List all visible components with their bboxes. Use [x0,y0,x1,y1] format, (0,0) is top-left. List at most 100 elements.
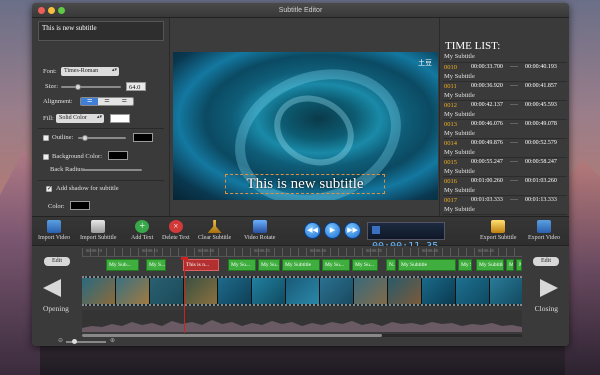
ruler-label: 00:00:40 [422,248,439,253]
time-list-row[interactable]: My Subtitle [443,53,567,63]
subtitle-clip[interactable]: My S... [458,259,472,271]
film-frame [490,278,522,304]
next-button[interactable]: ▶▶ [344,222,361,239]
time-row-index: 0014 [444,140,457,147]
outline-label: Outline: [52,134,74,141]
export-video-label: Export Video [528,235,561,241]
subtitle-clip[interactable]: N... [386,259,396,271]
subtitle-overlay-text[interactable]: This is new subtitle [225,174,385,194]
shadow-color-label: Color: [48,203,65,210]
time-ruler: 00:00:10 00:00:15 00:00:20 00:00:25 00:0… [82,248,522,257]
time-list-row[interactable]: 0014 00:00:49.876 ---- 00:00:52.579 My S… [443,139,567,158]
subtitle-clip[interactable]: My Sub... [106,259,139,271]
time-list-row[interactable]: 0013 00:00:46.076 ---- 00:00:49.078 My S… [443,120,567,139]
import-video-label: Import Video [38,235,71,241]
timeline-scrollbar[interactable] [82,334,522,337]
zoom-slider-knob[interactable] [72,339,77,344]
close-window-button[interactable] [38,7,45,14]
time-list-row[interactable]: 0012 00:00:42.137 ---- 00:00:45.593 My S… [443,101,567,120]
subtitle-clip[interactable]: My Subtitle [398,259,456,271]
import-subtitle-label: Import Subtitle [80,235,117,241]
subtitle-clip[interactable]: My Su... [322,259,350,271]
outline-color-swatch[interactable] [133,133,153,142]
import-video-button[interactable]: Import Video [38,220,70,241]
subtitle-clip[interactable]: My S... [146,259,166,271]
time-list-row[interactable]: 0010 00:00:33.700 ---- 00:00:40.193 My S… [443,63,567,82]
subtitle-clip[interactable]: My Su... [228,259,256,271]
video-watermark: 土豆 [418,59,432,67]
playhead[interactable] [184,259,185,333]
time-row-index: 0010 [444,64,457,71]
delete-text-button[interactable]: × Delete Text [162,220,190,241]
fill-color-swatch[interactable] [110,114,130,123]
subtitle-clip[interactable]: My Subtitle [476,259,504,271]
previous-button[interactable]: ◀◀ [304,222,321,239]
shadow-checkbox[interactable] [46,185,52,192]
closing-arrow-icon[interactable] [540,279,558,297]
export-video-button[interactable]: Export Video [528,220,560,241]
time-row-end: 00:01:13.333 [525,197,557,203]
maximize-window-button[interactable] [58,7,65,14]
outline-checkbox[interactable] [43,135,49,141]
opening-label: Opening [43,304,69,313]
align-right-button[interactable]: ☰ [115,98,133,105]
zoom-out-icon[interactable]: ⊖ [58,337,63,344]
export-subtitle-label: Export Subtitle [480,235,517,241]
add-text-button[interactable]: + Add Text [131,220,153,241]
outline-slider-knob[interactable] [82,135,88,141]
back-radius-slider[interactable] [82,169,142,171]
size-value-field[interactable]: 64.0 [126,82,146,91]
time-list-row[interactable]: 0015 00:00:55.247 ---- 00:00:58.247 My S… [443,158,567,177]
edit-closing-button[interactable]: Edit [533,257,559,266]
panel-divider [38,180,164,181]
ruler-label: 00:00:45 [478,248,495,253]
edit-opening-button[interactable]: Edit [44,257,70,266]
fill-select[interactable]: Solid Color [56,113,104,123]
title-bar: Subtitle Editor [32,3,569,18]
video-rotate-label: Video Rotate [244,235,276,241]
subtitle-clip[interactable]: My Subtitle [282,259,320,271]
background-color-swatch[interactable] [108,151,128,160]
size-slider-knob[interactable] [75,84,81,90]
subtitle-clip[interactable]: My Su... [258,259,280,271]
time-list-row[interactable]: 0016 00:01:00.260 ---- 00:01:03.260 My S… [443,177,567,196]
subtitle-clip-selected[interactable]: This is n... [183,259,219,271]
zoom-in-icon[interactable]: ⊕ [110,337,115,344]
font-select[interactable]: Times-Roman [61,66,119,76]
time-row-start: 00:00:49.876 [471,140,503,146]
fill-label: Fill: [43,115,54,122]
time-row-index: 0016 [444,178,457,185]
time-row-separator: ---- [510,121,518,127]
align-center-button[interactable]: ☰ [98,98,116,105]
ruler-label: 00:00:35 [366,248,383,253]
time-row-text: My Subtitle [444,187,475,194]
background-color-checkbox[interactable] [43,154,49,160]
shadow-color-swatch[interactable] [70,201,90,210]
time-row-end: 00:00:49.078 [525,121,557,127]
time-row-separator: ---- [510,83,518,89]
subtitle-clip[interactable]: My S... [506,259,514,271]
time-list-title: TIME LIST: [445,40,501,52]
opening-arrow-icon[interactable] [43,279,61,297]
subtitle-clip[interactable]: My Su... [352,259,378,271]
video-filmstrip[interactable] [82,276,522,306]
subtitle-text-input[interactable]: This is new subtitle [38,21,164,41]
subtitle-clip[interactable]: M [516,259,522,271]
minimize-window-button[interactable] [48,7,55,14]
video-preview[interactable]: 土豆 This is new subtitle [173,52,438,200]
time-row-end: 00:00:41.857 [525,83,557,89]
video-rotate-button[interactable]: Video Rotate [244,220,275,241]
time-row-end: 00:01:03.260 [525,178,557,184]
time-row-index: 0012 [444,102,457,109]
export-subtitle-button[interactable]: Export Subtitle [480,220,517,241]
size-label: Size: [45,83,58,90]
size-slider[interactable] [61,86,121,88]
timeline-scroll-thumb[interactable] [82,334,382,337]
audio-waveform[interactable] [82,310,522,332]
time-list-row[interactable]: 0017 00:01:03.333 ---- 00:01:13.333 My S… [443,196,567,215]
clear-subtitle-button[interactable]: Clear Subtitle [198,220,231,241]
align-left-button[interactable]: ☰ [81,98,99,105]
import-subtitle-button[interactable]: Import Subtitle [80,220,117,241]
time-list-row[interactable]: 0011 00:00:36.920 ---- 00:00:41.857 My S… [443,82,567,101]
play-button[interactable]: ▶ [324,222,341,239]
